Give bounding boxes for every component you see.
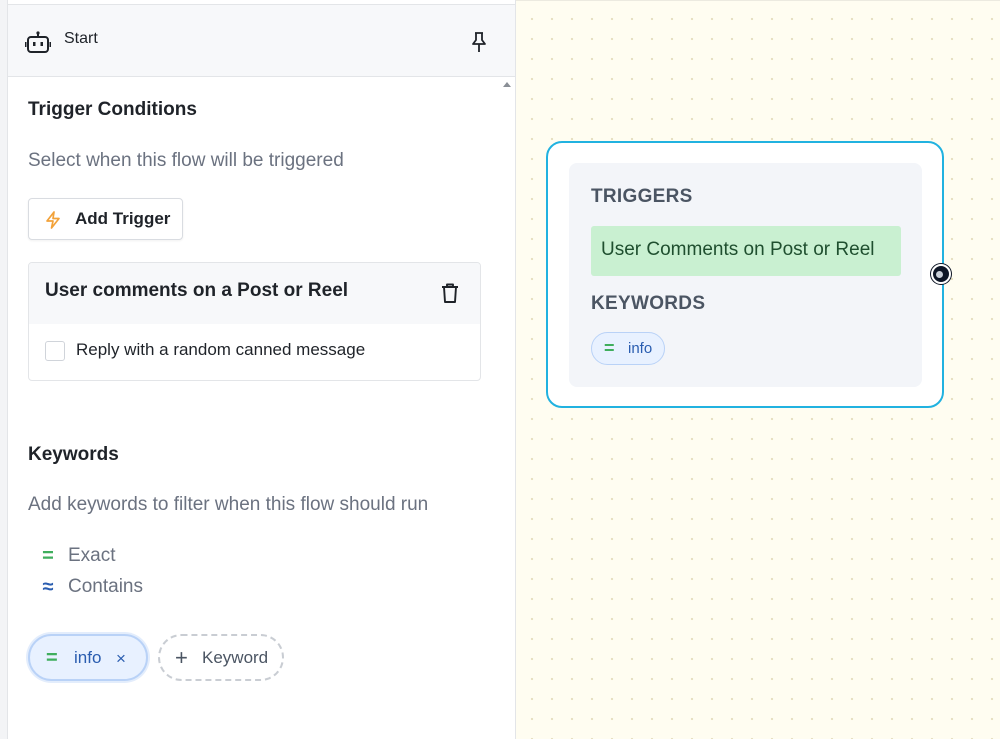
exact-match-icon: = [46, 647, 58, 669]
checkbox-label: Reply with a random canned message [76, 340, 366, 359]
panel-title: Start [64, 30, 98, 47]
keywords-heading: Keywords [28, 444, 119, 465]
contains-match-label: Contains [68, 576, 143, 597]
remove-keyword-icon[interactable]: × [116, 649, 126, 669]
start-node-body: TRIGGERS User Comments on Post or Reel K… [569, 163, 922, 387]
trigger-card-title: User comments on a Post or Reel [45, 280, 349, 301]
add-keyword-label: Keyword [202, 648, 269, 667]
panel-header: Start [8, 4, 515, 77]
robot-icon [25, 31, 51, 53]
node-keywords-label: KEYWORDS [591, 293, 706, 314]
trash-icon[interactable] [440, 282, 460, 304]
contains-match-icon: ≈ [42, 576, 54, 598]
node-output-handle[interactable] [931, 264, 951, 284]
start-node[interactable]: TRIGGERS User Comments on Post or Reel K… [546, 141, 944, 408]
node-trigger-text: User Comments on Post or Reel [601, 239, 875, 260]
random-canned-message-checkbox[interactable] [45, 341, 65, 361]
pin-icon[interactable] [470, 31, 488, 53]
trigger-card-header: User comments on a Post or Reel [29, 263, 480, 324]
flow-settings-panel: Start Trigger Conditions Select when thi… [0, 0, 516, 739]
exact-match-icon: = [42, 545, 54, 567]
keyword-chip-info[interactable]: = info × [28, 634, 148, 681]
trigger-conditions-heading: Trigger Conditions [28, 99, 197, 120]
node-keyword-text: info [628, 340, 653, 357]
bolt-icon [46, 211, 60, 229]
node-keyword-chip: = info [591, 332, 665, 365]
trigger-conditions-description: Select when this flow will be triggered [28, 150, 344, 171]
keywords-description: Add keywords to filter when this flow sh… [28, 494, 429, 515]
add-keyword-button[interactable]: + Keyword [158, 634, 284, 681]
keyword-text: info [74, 648, 102, 667]
node-trigger-item: User Comments on Post or Reel [591, 226, 901, 276]
trigger-card: User comments on a Post or Reel Reply wi… [28, 262, 481, 381]
add-trigger-label: Add Trigger [75, 209, 171, 228]
add-trigger-button[interactable]: Add Trigger [28, 198, 183, 240]
scroll-up-arrow[interactable] [502, 80, 512, 88]
node-triggers-label: TRIGGERS [591, 186, 693, 207]
exact-match-label: Exact [68, 545, 116, 566]
exact-match-icon: = [604, 338, 615, 358]
panel-edge [0, 0, 8, 739]
plus-icon: + [175, 645, 188, 670]
